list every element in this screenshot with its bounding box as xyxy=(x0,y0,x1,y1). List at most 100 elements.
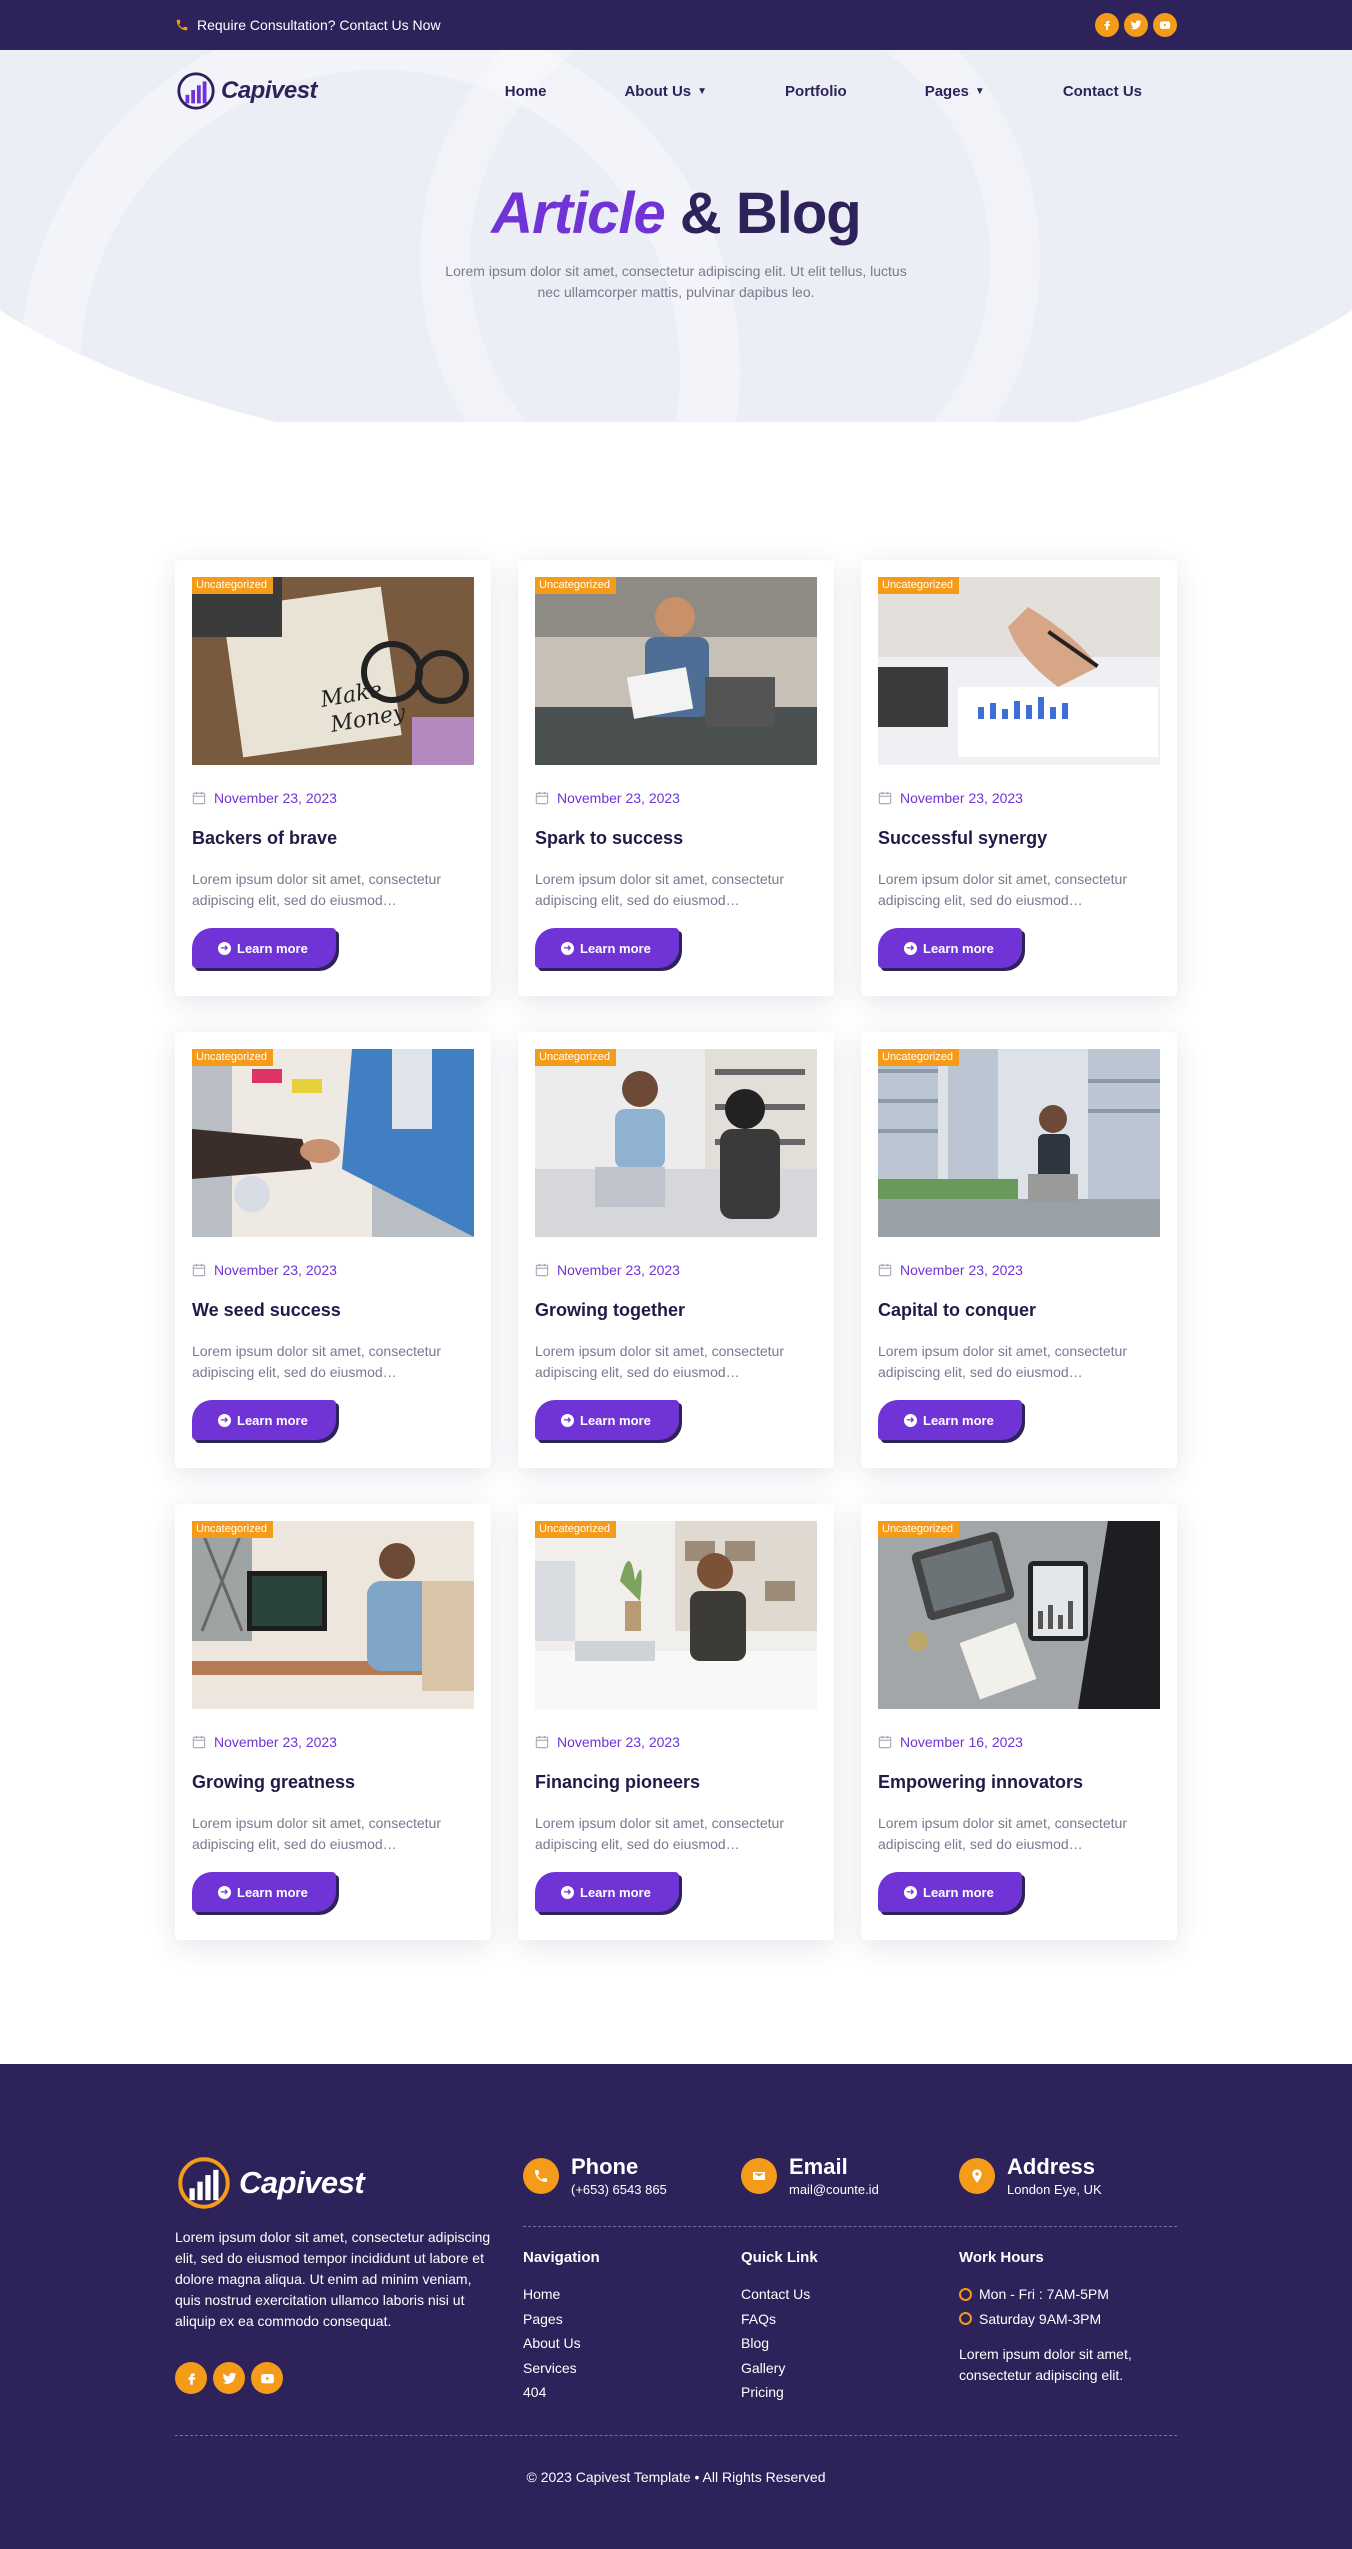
blog-card-image[interactable]: Uncategorized xyxy=(878,1521,1160,1709)
footer-nav-link[interactable]: 404 xyxy=(523,2380,741,2405)
calendar-icon xyxy=(535,791,549,805)
post-date: November 23, 2023 xyxy=(192,1734,474,1750)
footer-quick-link[interactable]: Gallery xyxy=(741,2356,959,2381)
post-title[interactable]: Backers of brave xyxy=(192,828,474,849)
post-title[interactable]: Growing together xyxy=(535,1300,817,1321)
learn-more-label: Learn more xyxy=(237,1884,308,1900)
nav-contact[interactable]: Contact Us xyxy=(1063,83,1142,100)
blog-card-image[interactable]: Uncategorized xyxy=(535,577,817,765)
copyright: © 2023 Capivest Template • All Rights Re… xyxy=(526,2468,826,2485)
top-socials xyxy=(1095,13,1177,37)
category-badge[interactable]: Uncategorized xyxy=(192,1049,273,1066)
blog-card-image[interactable]: Uncategorized Make Money xyxy=(192,577,474,765)
learn-more-label: Learn more xyxy=(923,1412,994,1428)
blog-card-image[interactable]: Uncategorized xyxy=(192,1049,474,1237)
arrow-right-circle-icon: ➜ xyxy=(904,1413,917,1427)
post-title[interactable]: Spark to success xyxy=(535,828,817,849)
facebook-icon[interactable] xyxy=(1095,13,1119,37)
twitter-icon[interactable] xyxy=(213,2362,245,2394)
learn-more-button[interactable]: ➜ Learn more xyxy=(535,928,679,968)
category-badge[interactable]: Uncategorized xyxy=(535,577,616,594)
youtube-icon[interactable] xyxy=(251,2362,283,2394)
work-hours-description: Lorem ipsum dolor sit amet, consectetur … xyxy=(959,2346,1132,2383)
contact-email-value[interactable]: mail@counte.id xyxy=(789,2182,879,2197)
post-date-text: November 23, 2023 xyxy=(214,1734,337,1750)
learn-more-label: Learn more xyxy=(580,1412,651,1428)
footer-nav-link[interactable]: Pages xyxy=(523,2307,741,2332)
category-badge[interactable]: Uncategorized xyxy=(535,1521,616,1538)
arrow-right-circle-icon: ➜ xyxy=(904,1885,917,1899)
nav-pages[interactable]: Pages ▼ xyxy=(925,83,985,100)
footer-quick-link[interactable]: Pricing xyxy=(741,2380,959,2405)
woman-office-desk-image xyxy=(535,1521,817,1709)
learn-more-button[interactable]: ➜ Learn more xyxy=(878,1872,1022,1912)
nav-portfolio-label: Portfolio xyxy=(785,82,847,100)
category-badge[interactable]: Uncategorized xyxy=(192,1521,273,1538)
learn-more-button[interactable]: ➜ Learn more xyxy=(192,1400,336,1440)
post-date-text: November 23, 2023 xyxy=(557,1734,680,1750)
brand-logo[interactable]: Capivest xyxy=(175,70,318,112)
post-date-text: November 23, 2023 xyxy=(557,790,680,806)
blog-card-image[interactable]: Uncategorized xyxy=(535,1049,817,1237)
office-handshake-women-image xyxy=(535,1049,817,1237)
phone-icon xyxy=(523,2158,559,2194)
calendar-icon xyxy=(878,791,892,805)
blog-card-image[interactable]: Uncategorized xyxy=(535,1521,817,1709)
learn-more-button[interactable]: ➜ Learn more xyxy=(878,1400,1022,1440)
facebook-icon[interactable] xyxy=(175,2362,207,2394)
blog-card: Uncategorized November 23, 2023 Capital … xyxy=(861,1032,1177,1468)
nav-portfolio[interactable]: Portfolio xyxy=(785,83,847,100)
category-badge[interactable]: Uncategorized xyxy=(192,577,273,594)
footer-quick-link[interactable]: FAQs xyxy=(741,2307,959,2332)
learn-more-button[interactable]: ➜ Learn more xyxy=(192,928,336,968)
arrow-right-circle-icon: ➜ xyxy=(561,941,574,955)
contact-phone: Phone (+653) 6543 865 xyxy=(523,2154,741,2226)
desk-notes-glasses-image: MakeMoney xyxy=(192,577,474,765)
nav-about[interactable]: About Us ▼ xyxy=(624,83,707,100)
nav-menu: Home About Us ▼ Portfolio Pages ▼ Contact … xyxy=(505,83,1142,100)
post-title[interactable]: We seed success xyxy=(192,1300,474,1321)
page-title-accent: Article xyxy=(491,181,666,246)
post-excerpt: Lorem ipsum dolor sit amet, consectetur … xyxy=(192,871,441,908)
category-badge[interactable]: Uncategorized xyxy=(878,1521,959,1538)
post-title[interactable]: Growing greatness xyxy=(192,1772,474,1793)
post-title[interactable]: Successful synergy xyxy=(878,828,1160,849)
twitter-icon[interactable] xyxy=(1124,13,1148,37)
category-badge[interactable]: Uncategorized xyxy=(878,577,959,594)
blog-card-image[interactable]: Uncategorized xyxy=(192,1521,474,1709)
footer-nav-link[interactable]: Services xyxy=(523,2356,741,2381)
blog-card: Uncategorized November 16, 2023 Empoweri… xyxy=(861,1504,1177,1940)
chevron-down-icon: ▼ xyxy=(697,85,708,97)
category-badge[interactable]: Uncategorized xyxy=(535,1049,616,1066)
footer-quick-link[interactable]: Contact Us xyxy=(741,2282,959,2307)
work-hours-weekday-text: Mon - Fri : 7AM-5PM xyxy=(979,2286,1109,2302)
blog-grid: Uncategorized Make Money November 23, 202… xyxy=(175,560,1177,1940)
learn-more-button[interactable]: ➜ Learn more xyxy=(535,1400,679,1440)
blog-card: Uncategorized November 23, 2023 Successf… xyxy=(861,560,1177,996)
learn-more-button[interactable]: ➜ Learn more xyxy=(192,1872,336,1912)
category-badge[interactable]: Uncategorized xyxy=(878,1049,959,1066)
learn-more-button[interactable]: ➜ Learn more xyxy=(878,928,1022,968)
consultation-link[interactable]: Require Consultation? Contact Us Now xyxy=(175,17,441,33)
post-excerpt: Lorem ipsum dolor sit amet, consectetur … xyxy=(878,1815,1127,1852)
main-nav: Capivest Home About Us ▼ Portfolio Pages ▼… xyxy=(0,50,1352,132)
youtube-icon[interactable] xyxy=(1153,13,1177,37)
learn-more-button[interactable]: ➜ Learn more xyxy=(535,1872,679,1912)
footer-nav-link[interactable]: About Us xyxy=(523,2331,741,2356)
learn-more-label: Learn more xyxy=(923,940,994,956)
blog-card-image[interactable]: Uncategorized xyxy=(878,577,1160,765)
footer-logo[interactable]: Capivest xyxy=(175,2154,523,2212)
contact-address: Address London Eye, UK xyxy=(959,2154,1177,2226)
post-title[interactable]: Capital to conquer xyxy=(878,1300,1160,1321)
contact-phone-value[interactable]: (+653) 6543 865 xyxy=(571,2182,667,2197)
nav-home[interactable]: Home xyxy=(505,83,547,100)
arrow-right-circle-icon: ➜ xyxy=(218,941,231,955)
blog-card-image[interactable]: Uncategorized xyxy=(878,1049,1160,1237)
arrow-right-circle-icon: ➜ xyxy=(218,1885,231,1899)
post-title[interactable]: Empowering innovators xyxy=(878,1772,1160,1793)
post-date: November 23, 2023 xyxy=(192,1262,474,1278)
hand-writing-charts-image xyxy=(878,577,1160,765)
footer-nav-link[interactable]: Home xyxy=(523,2282,741,2307)
post-title[interactable]: Financing pioneers xyxy=(535,1772,817,1793)
footer-quick-link[interactable]: Blog xyxy=(741,2331,959,2356)
